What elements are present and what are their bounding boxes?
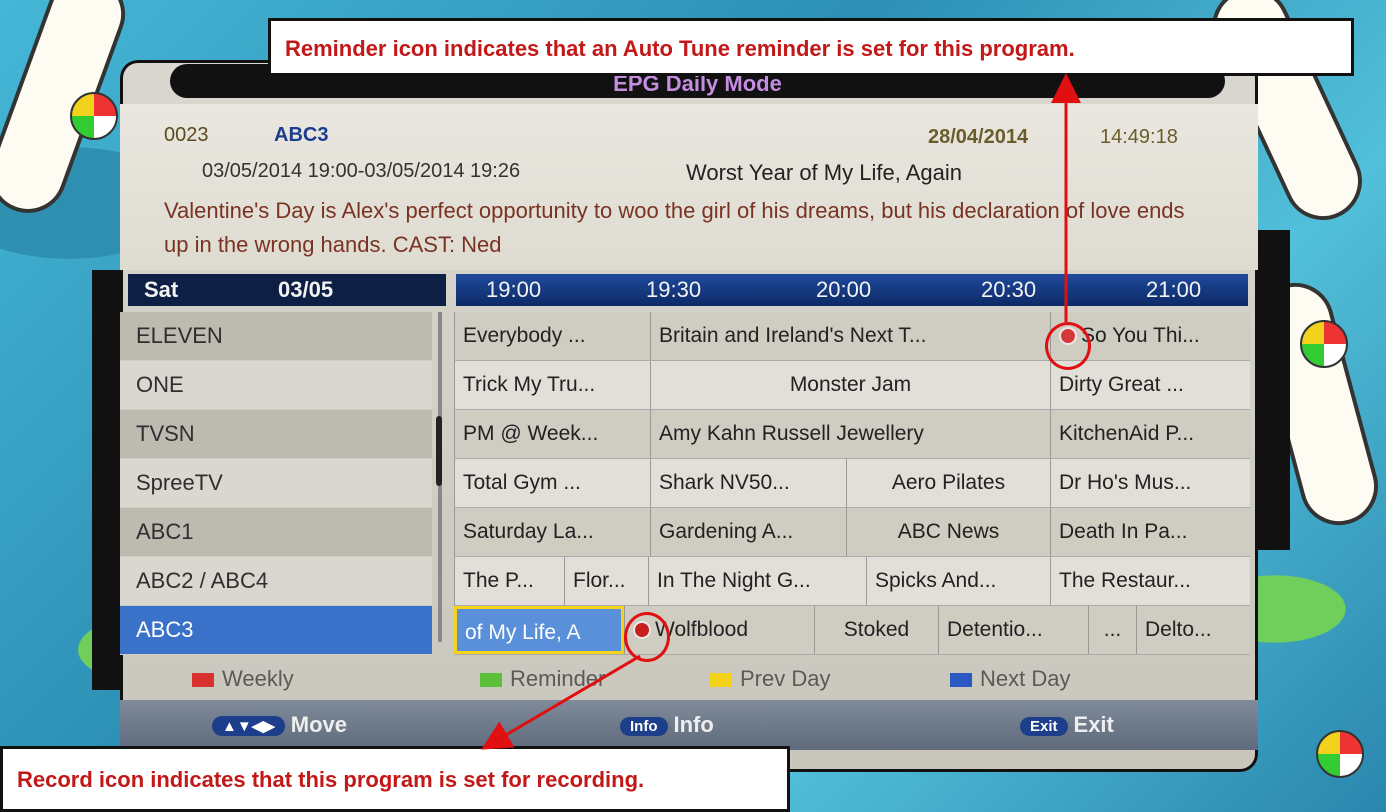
record-arrow xyxy=(481,654,641,750)
annotation-arrows xyxy=(481,73,1081,750)
